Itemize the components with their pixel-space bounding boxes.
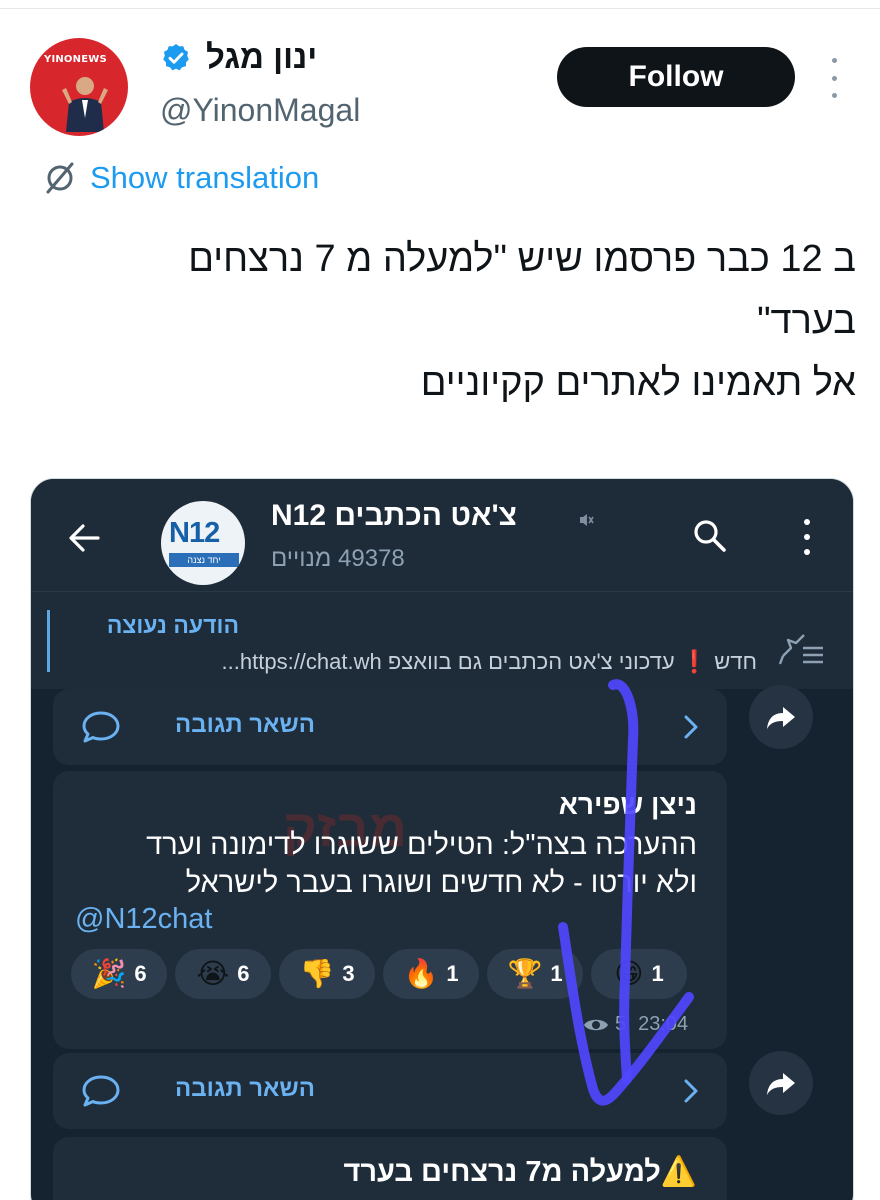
channel-subscriber-count: 49378 מנויים (271, 545, 405, 572)
thumbs-down-icon: 👎 (299, 958, 335, 989)
show-translation-link[interactable]: Show translation (42, 160, 319, 196)
tweet-media-image[interactable]: N12 יחד נצנה צ'אט הכתבים N12 49378 מנויי… (30, 478, 854, 1200)
telegram-channel-header: N12 יחד נצנה צ'אט הכתבים N12 49378 מנויי… (31, 479, 853, 591)
next-channel-message[interactable]: ⚠️למעלה מ7 נרצחים בערד (53, 1137, 727, 1200)
message-channel-link[interactable]: @N12chat (75, 903, 212, 936)
translate-globe-icon (46, 162, 74, 194)
party-popper-icon: 🎉 (91, 958, 127, 989)
tweet-text-line: ב 12 כבר פרסמו שיש "למעלה מ 7 נרצחים (188, 238, 856, 280)
follow-button[interactable]: Follow (557, 47, 795, 107)
leave-comment-label: השאר תגובה (175, 711, 315, 738)
channel-message[interactable]: מבזק ניצן שפירא ההערכה בצה"ל: הטילים ששו… (53, 771, 727, 1049)
crying-face-icon: 😭 (196, 958, 230, 989)
chevron-right-icon (684, 715, 698, 739)
chevron-right-icon (684, 1079, 698, 1103)
reaction-party[interactable]: 🎉 6 (71, 949, 167, 999)
pinned-message-text: חדש ❗ עדכוני צ'אט הכתבים גם בוואצפ https… (221, 649, 757, 674)
channel-avatar-text: N12 (169, 517, 220, 549)
channel-avatar-strip: יחד נצנה (169, 553, 239, 567)
search-icon[interactable] (691, 517, 729, 555)
verified-badge-icon (163, 44, 189, 71)
tweet-text: ב 12 כבר פרסמו שיש "למעלה מ 7 נרצחים בער… (16, 228, 856, 414)
comment-icon (82, 1075, 120, 1107)
pinned-list-icon[interactable] (779, 634, 825, 668)
pinned-indicator (47, 610, 50, 672)
avatar-logo-text: YINONEWS (44, 54, 107, 65)
channel-menu-icon[interactable] (803, 519, 811, 555)
reaction-count: 1 (446, 961, 459, 986)
reaction-thumbs-down[interactable]: 👎 3 (279, 949, 375, 999)
tweet-text-line: בערד" (757, 300, 856, 342)
reaction-count: 3 (342, 961, 355, 986)
reactions-row: 🎉 6 😭 6 👎 3 🔥 1 🏆 1 😁 1 (71, 949, 711, 999)
reaction-count: 6 (134, 961, 147, 986)
reaction-trophy[interactable]: 🏆 1 (487, 949, 583, 999)
message-line: ולא יורטו - לא חדשים ושוגרו בעבר לישראל (185, 867, 697, 899)
reaction-grin[interactable]: 😁 1 (591, 949, 687, 999)
tweet-text-line: אל תאמינו לאתרים קקיוניים (420, 362, 856, 404)
author-avatar[interactable]: YINONEWS (30, 38, 128, 136)
views-count: 5 (615, 1013, 627, 1035)
next-message-text: ⚠️למעלה מ7 נרצחים בערד (343, 1156, 697, 1188)
message-meta: 5 23:04 (583, 1013, 688, 1036)
trophy-icon: 🏆 (507, 958, 543, 989)
reaction-count: 1 (550, 961, 563, 986)
reaction-count: 1 (651, 961, 664, 986)
forward-arrow-icon (767, 707, 795, 729)
muted-icon (580, 514, 594, 526)
leave-comment-row[interactable]: השאר תגובה (53, 689, 727, 765)
views-eye-icon (584, 1019, 608, 1030)
pinned-message-title: הודעה נעוצה (106, 612, 239, 638)
top-divider (0, 8, 880, 9)
reaction-count: 6 (237, 961, 250, 986)
grinning-face-icon: 😁 (614, 958, 644, 989)
fire-icon: 🔥 (403, 958, 439, 989)
comment-icon (82, 711, 120, 743)
pinned-message-bar[interactable]: הודעה נעוצה חדש ❗ עדכוני צ'אט הכתבים גם … (31, 591, 853, 689)
avatar-person-image (62, 77, 108, 132)
back-arrow-icon[interactable] (67, 521, 101, 555)
message-author: ניצן שפירא (558, 789, 697, 820)
author-display-name[interactable]: ינון מגל (206, 38, 317, 76)
forward-button[interactable] (749, 685, 813, 749)
reaction-fire[interactable]: 🔥 1 (383, 949, 479, 999)
forward-arrow-icon (767, 1073, 795, 1095)
message-line: ההערכה בצה"ל: הטילים ששוגרו לדימונה וערד (146, 829, 697, 861)
author-handle[interactable]: @YinonMagal (160, 92, 360, 129)
reaction-crying[interactable]: 😭 6 (175, 949, 271, 999)
channel-title[interactable]: צ'אט הכתבים N12 (271, 499, 517, 533)
message-time: 23:04 (638, 1013, 689, 1035)
more-options-icon[interactable] (824, 58, 844, 98)
leave-comment-label: השאר תגובה (175, 1075, 315, 1102)
channel-avatar[interactable]: N12 יחד נצנה (161, 501, 245, 585)
show-translation-label: Show translation (90, 160, 320, 195)
forward-button[interactable] (749, 1051, 813, 1115)
leave-comment-row[interactable]: השאר תגובה (53, 1053, 727, 1129)
